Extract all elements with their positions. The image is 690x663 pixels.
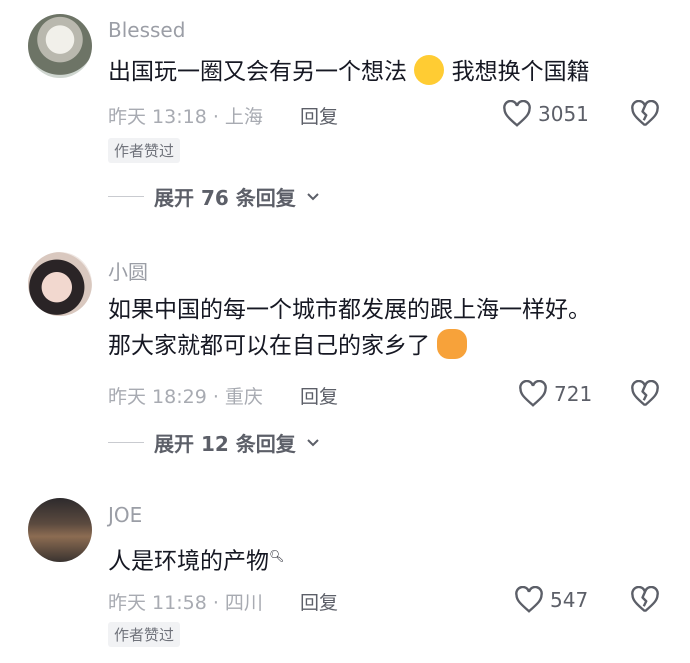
expand-replies-label: 展开 12 条回复 <box>154 432 296 456</box>
author-liked-badge: 作者赞过 <box>108 138 181 163</box>
reply-button[interactable]: 回复 <box>300 102 338 129</box>
avatar[interactable] <box>28 252 92 316</box>
comment-meta: 昨天 18:29 · 重庆 <box>108 386 263 408</box>
avatar[interactable] <box>28 14 92 78</box>
heart-outline-icon <box>519 380 547 407</box>
reply-button[interactable]: 回复 <box>300 588 338 615</box>
like-button[interactable]: 547 <box>514 586 588 614</box>
comment-text-part: 出国玩一圈又会有另一个想法 <box>108 59 407 85</box>
like-button[interactable]: 721 <box>518 380 592 408</box>
comment-text: 如果中国的每一个城市都发展的跟上海一样好。 那大家就都可以在自己的家乡了 <box>108 292 591 364</box>
smile-emoji-icon <box>414 54 445 85</box>
comment-username[interactable]: Blessed <box>108 18 185 42</box>
expand-replies-button[interactable]: 展开 76 条回复 <box>108 182 320 211</box>
expand-divider <box>108 196 144 197</box>
expand-replies-label: 展开 76 条回复 <box>154 186 296 210</box>
author-liked-badge: 作者赞过 <box>108 622 181 647</box>
comment-text-part: 人是环境的产物 <box>108 548 269 575</box>
like-count: 547 <box>550 588 589 612</box>
like-count: 721 <box>554 382 593 406</box>
comment-username[interactable]: 小圆 <box>108 256 148 285</box>
comment-text-line: 如果中国的每一个城市都发展的跟上海一样好。 <box>108 297 591 323</box>
comment-text-line-wrapper: 那大家就都可以在自己的家乡了 <box>108 328 591 364</box>
chevron-down-icon <box>307 438 319 446</box>
avatar[interactable] <box>28 498 92 562</box>
broken-heart-icon[interactable] <box>630 100 660 128</box>
like-button[interactable]: 3051 <box>502 100 589 128</box>
comment-text: 出国玩一圈又会有另一个想法 我想换个国籍 <box>108 54 590 90</box>
heart-outline-icon <box>503 100 531 127</box>
chevron-down-icon <box>307 192 319 200</box>
comment-meta: 昨天 11:58 · 四川 <box>108 592 263 614</box>
expand-replies-button[interactable]: 展开 12 条回复 <box>108 428 320 457</box>
comment-username[interactable]: JOE <box>108 503 142 527</box>
comment-text-part: 我想换个国籍 <box>451 59 590 85</box>
expand-divider <box>108 442 144 443</box>
search-icon[interactable]: 🔍︎ <box>269 549 284 563</box>
heart-outline-icon <box>515 586 543 613</box>
like-count: 3051 <box>538 102 589 126</box>
broken-heart-icon[interactable] <box>630 380 660 408</box>
broken-heart-icon[interactable] <box>630 586 660 614</box>
comment-meta: 昨天 13:18 · 上海 <box>108 106 263 128</box>
reply-button[interactable]: 回复 <box>300 382 338 409</box>
hug-emoji-icon <box>437 328 468 359</box>
comment-text-line: 那大家就都可以在自己的家乡了 <box>108 333 430 359</box>
comment-text: 人是环境的产物🔍︎ <box>108 538 284 580</box>
